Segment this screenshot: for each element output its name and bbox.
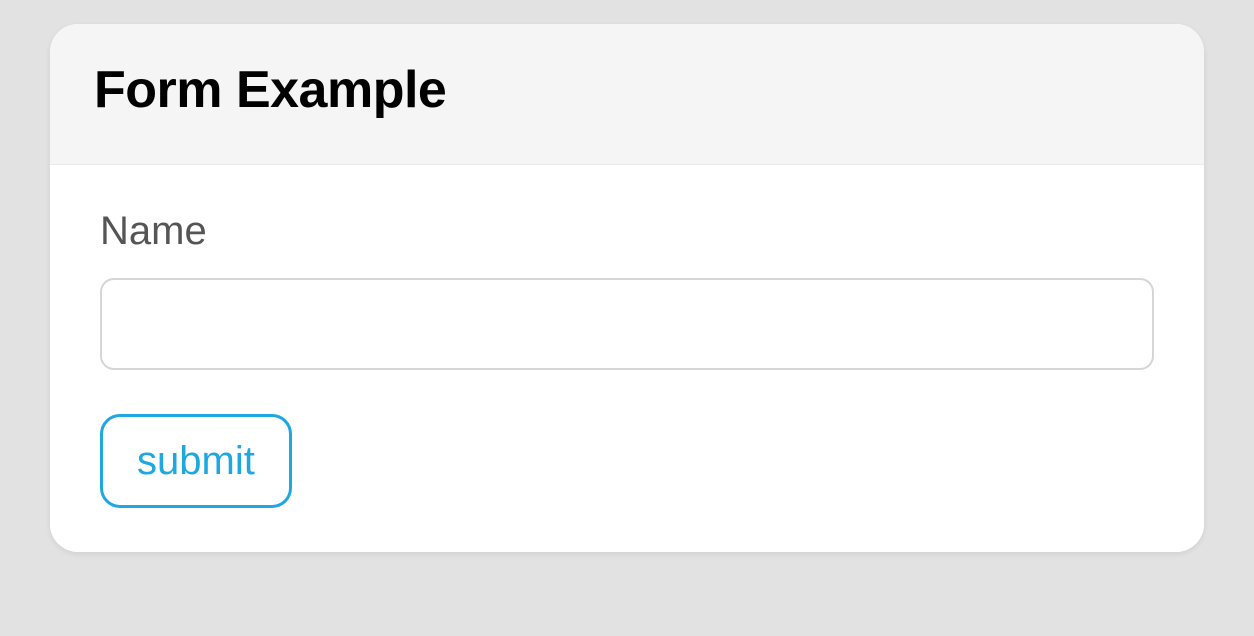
card-body: Name submit: [50, 165, 1204, 552]
form-card: Form Example Name submit: [50, 24, 1204, 552]
name-input[interactable]: [100, 278, 1154, 370]
card-title: Form Example: [94, 60, 1160, 120]
name-label: Name: [100, 209, 1154, 254]
card-header: Form Example: [50, 24, 1204, 165]
submit-button[interactable]: submit: [100, 414, 292, 508]
